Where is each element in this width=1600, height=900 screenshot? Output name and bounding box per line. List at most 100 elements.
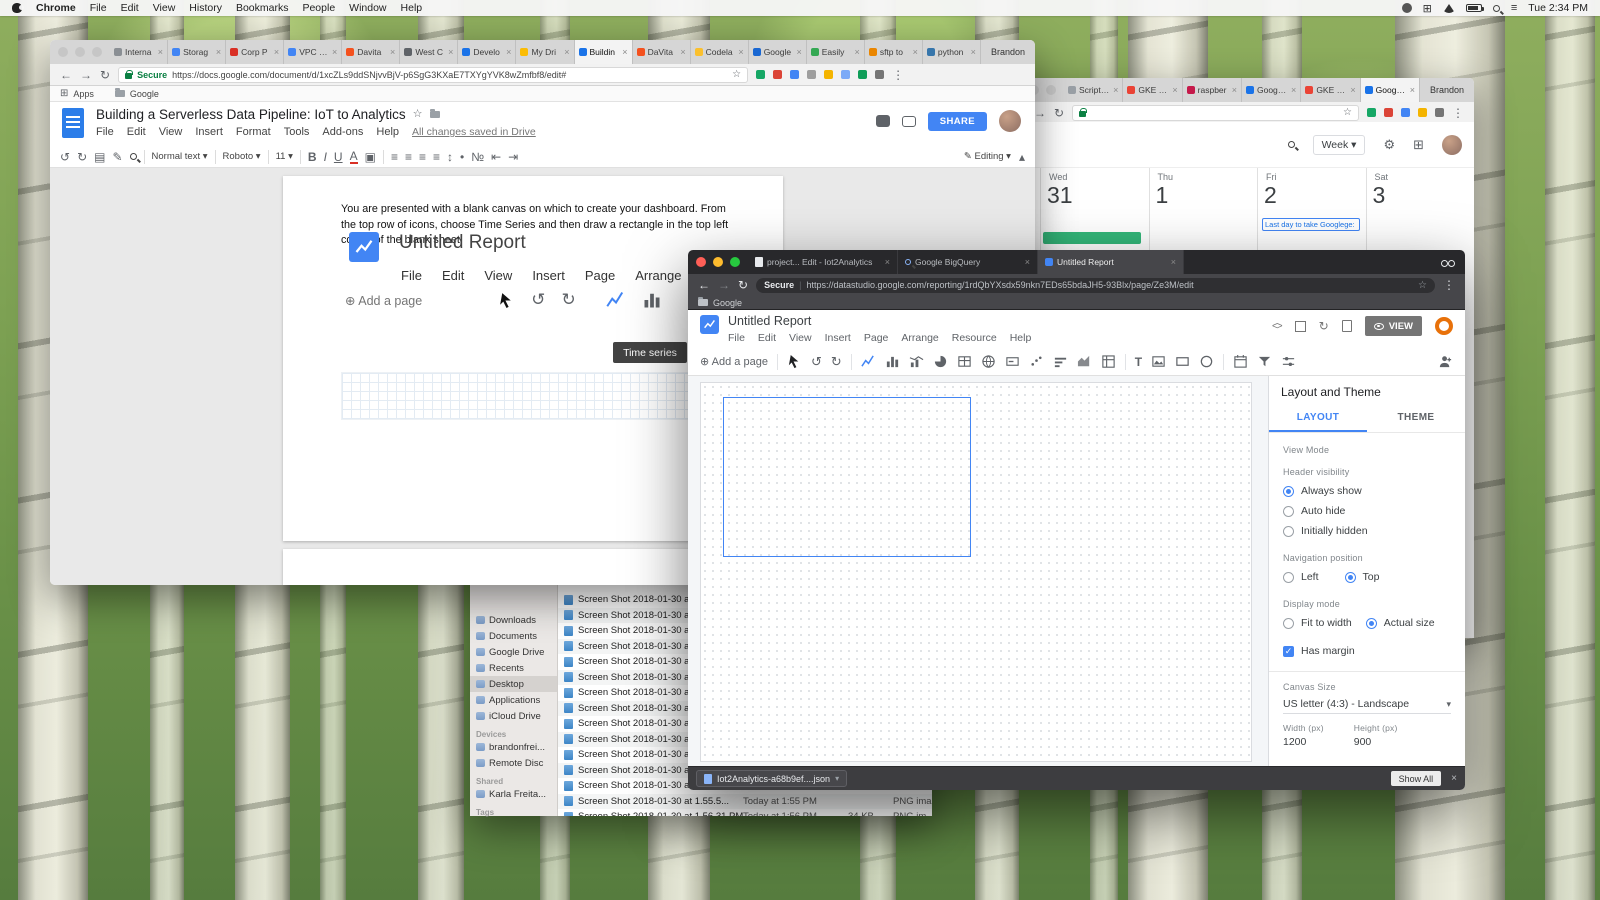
menu-view[interactable]: View xyxy=(159,126,183,138)
paragraph-style-select[interactable]: Normal text ▾ xyxy=(152,151,208,162)
table-icon[interactable] xyxy=(957,354,972,369)
scatter-chart-icon[interactable] xyxy=(1029,354,1044,369)
undo-icon[interactable]: ↺ xyxy=(60,151,70,163)
browser-tab[interactable]: python× xyxy=(923,40,981,64)
move-to-folder-icon[interactable] xyxy=(430,111,440,118)
report-title[interactable]: Untitled Report xyxy=(728,314,811,328)
font-size-select[interactable]: 11 ▾ xyxy=(276,151,293,162)
tab-theme[interactable]: THEME xyxy=(1367,405,1465,432)
menu-help[interactable]: Help xyxy=(376,126,399,138)
tab-close-icon[interactable]: × xyxy=(855,47,860,57)
extension-icon[interactable] xyxy=(807,70,816,79)
close-shelf-icon[interactable]: × xyxy=(1451,773,1457,784)
extension-icon[interactable] xyxy=(1401,108,1410,117)
chrome-menu-icon[interactable]: ⋮ xyxy=(892,69,904,81)
explore-icon[interactable] xyxy=(876,115,890,127)
browser-tab[interactable]: Google BigQuery × xyxy=(898,250,1038,274)
tab-close-icon[interactable]: × xyxy=(796,47,801,57)
tab-close-icon[interactable]: × xyxy=(332,47,337,57)
url-bar[interactable]: ☆ xyxy=(1072,105,1359,121)
tab-close-icon[interactable]: × xyxy=(1232,85,1237,95)
sidebar-item-google-drive[interactable]: Google Drive xyxy=(470,644,557,660)
minimize-window-button[interactable] xyxy=(75,47,85,57)
forward-icon[interactable]: → xyxy=(718,278,730,292)
date-range-icon[interactable] xyxy=(1233,354,1248,369)
radio-auto-hide[interactable]: Auto hide xyxy=(1283,505,1451,517)
canvas-width-field[interactable]: Width (px) 1200 xyxy=(1283,723,1324,748)
sidebar-item-icloud-drive[interactable]: iCloud Drive xyxy=(470,708,557,724)
sidebar-item-downloads[interactable]: Downloads xyxy=(470,612,557,628)
browser-tab[interactable]: Scripting× xyxy=(1064,78,1123,102)
back-icon[interactable]: ← xyxy=(698,278,710,292)
align-right-icon[interactable]: ≡ xyxy=(419,151,426,163)
downloaded-file-chip[interactable]: Iot2Analytics-a68b9ef....json ▾ xyxy=(696,770,847,787)
radio-fit-to-width[interactable]: Fit to width xyxy=(1283,617,1352,629)
sidebar-item-documents[interactable]: Documents xyxy=(470,628,557,644)
tab-strip[interactable]: project... Edit - Iot2Analytics × Google… xyxy=(688,250,1465,274)
browser-tab-active[interactable]: Untitled Report × xyxy=(1038,250,1184,274)
file-row[interactable]: Screen Shot 2018-01-30 at 1.56.31 PMToda… xyxy=(558,809,932,816)
embed-code-icon[interactable]: <> xyxy=(1272,321,1282,332)
select-cursor-icon[interactable] xyxy=(787,354,802,369)
numbered-list-icon[interactable]: № xyxy=(471,151,484,163)
geo-map-icon[interactable] xyxy=(981,354,996,369)
share-button[interactable]: SHARE xyxy=(928,112,987,131)
bookmark-star-icon[interactable]: ☆ xyxy=(732,70,741,80)
browser-tab[interactable]: Google-l× xyxy=(1242,78,1301,102)
area-chart-icon[interactable] xyxy=(1077,354,1092,369)
extension-icon[interactable] xyxy=(875,70,884,79)
italic-icon[interactable]: I xyxy=(324,151,327,163)
refresh-icon[interactable]: ↻ xyxy=(1054,107,1064,119)
pie-chart-icon[interactable] xyxy=(933,354,948,369)
collapse-toolbar-icon[interactable]: ▴ xyxy=(1019,151,1025,163)
radio-actual-size[interactable]: Actual size xyxy=(1366,617,1435,629)
browser-tab[interactable]: Develo× xyxy=(458,40,516,64)
back-icon[interactable]: ← xyxy=(60,69,72,81)
tab-close-icon[interactable]: × xyxy=(680,47,685,57)
menu-file[interactable]: File xyxy=(728,332,745,344)
menu-view[interactable]: View xyxy=(789,332,812,344)
menu-help[interactable]: Help xyxy=(1010,332,1032,344)
menu-page[interactable]: Page xyxy=(864,332,889,344)
extension-icon[interactable] xyxy=(790,70,799,79)
tab-close-icon[interactable]: × xyxy=(1291,85,1296,95)
tab-close-icon[interactable]: × xyxy=(622,47,627,57)
extension-icon[interactable] xyxy=(1418,108,1427,117)
comments-icon[interactable] xyxy=(902,116,916,127)
radio-initially-hidden[interactable]: Initially hidden xyxy=(1283,525,1451,537)
browser-tab-active[interactable]: Buildin× xyxy=(575,40,633,64)
file-row[interactable]: Screen Shot 2018-01-30 at 1.55.5...Today… xyxy=(558,794,932,810)
image-icon[interactable] xyxy=(1151,354,1166,369)
tab-close-icon[interactable]: × xyxy=(564,47,569,57)
keyboard-layout-icon[interactable]: ⊞ xyxy=(1423,2,1432,15)
window-controls[interactable] xyxy=(50,47,110,57)
sidebar-item-shared-machine[interactable]: Karla Freita... xyxy=(470,786,557,802)
menu-edit[interactable]: Edit xyxy=(121,2,139,14)
fullscreen-icon[interactable] xyxy=(1295,321,1306,332)
rectangle-shape-icon[interactable] xyxy=(1175,354,1190,369)
copy-report-icon[interactable] xyxy=(1342,320,1352,332)
font-select[interactable]: Roboto ▾ xyxy=(223,151,261,162)
tab-close-icon[interactable]: × xyxy=(738,47,743,57)
extension-icon[interactable] xyxy=(1367,108,1376,117)
radio-always-show[interactable]: Always show xyxy=(1283,485,1451,497)
sidebar-item-applications[interactable]: Applications xyxy=(470,692,557,708)
forward-icon[interactable]: → xyxy=(80,69,92,81)
spotlight-search-icon[interactable] xyxy=(1493,5,1500,12)
radio-nav-top[interactable]: Top xyxy=(1345,571,1380,583)
browser-tab[interactable]: GKE Nod× xyxy=(1301,78,1360,102)
profile-name[interactable]: Brandon xyxy=(1420,85,1474,95)
data-control-icon[interactable] xyxy=(1281,354,1296,369)
tab-close-icon[interactable]: × xyxy=(1172,85,1177,95)
tab-close-icon[interactable]: × xyxy=(274,47,279,57)
scorecard-icon[interactable] xyxy=(1005,354,1020,369)
menu-edit[interactable]: Edit xyxy=(127,126,146,138)
align-center-icon[interactable]: ≡ xyxy=(405,151,412,163)
menu-app-name[interactable]: Chrome xyxy=(36,2,76,14)
browser-tab[interactable]: DaVita× xyxy=(633,40,691,64)
bulleted-list-icon[interactable]: • xyxy=(460,151,464,163)
zoom-window-button[interactable] xyxy=(730,257,740,267)
tab-strip[interactable]: Scripting× GKE Nod× raspber× Google-l× G… xyxy=(1004,78,1474,102)
pivot-table-icon[interactable] xyxy=(1101,354,1116,369)
sidebar-item-device[interactable]: brandonfrei... xyxy=(470,739,557,755)
